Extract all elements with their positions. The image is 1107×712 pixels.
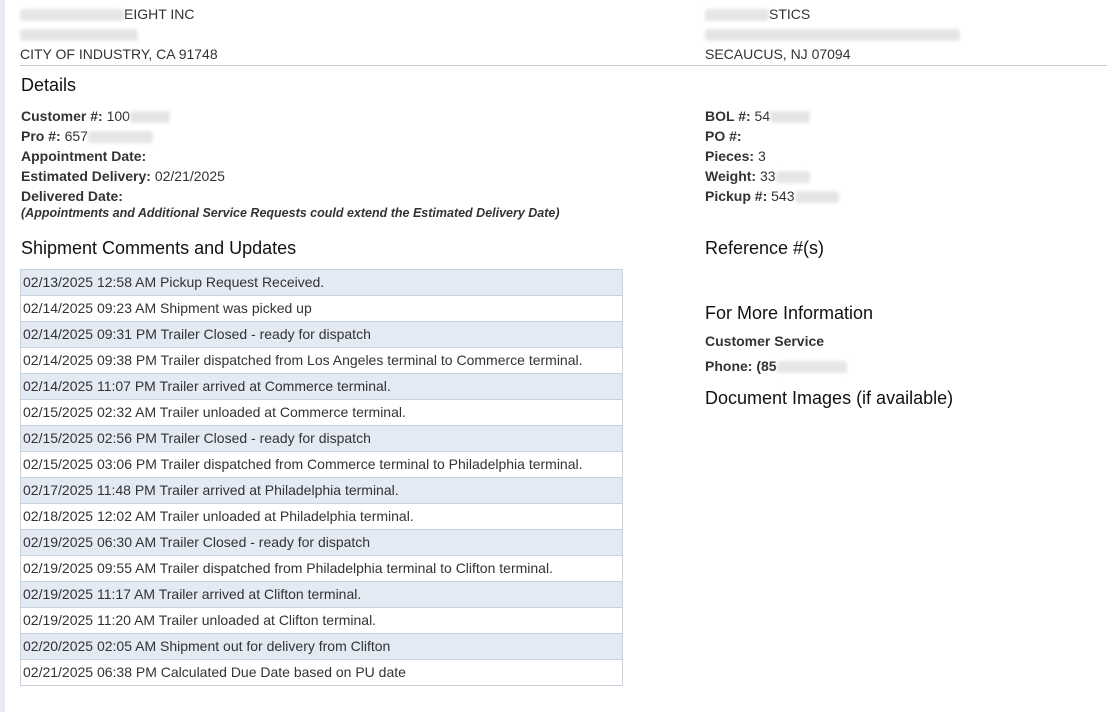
redacted-block (20, 9, 124, 22)
update-row: 02/15/2025 03:06 PM Trailer dispatched f… (21, 452, 622, 478)
customer-value: 100 (106, 108, 130, 124)
weight: Weight: 33 (705, 168, 810, 184)
po-number: PO #: (705, 128, 742, 144)
estimated-delivery: Estimated Delivery: 02/21/2025 (21, 168, 225, 184)
update-row: 02/20/2025 02:05 AM Shipment out for del… (21, 634, 622, 660)
redacted-block (770, 111, 811, 124)
pieces-label: Pieces: (705, 148, 755, 164)
update-row: 02/19/2025 09:55 AM Trailer dispatched f… (21, 556, 622, 582)
details-title: Details (21, 75, 77, 95)
update-row: 02/14/2025 09:23 AM Shipment was picked … (21, 296, 622, 322)
redacted-block (776, 361, 847, 374)
redacted-block (705, 29, 960, 42)
customer-number: Customer #: 100 (21, 108, 170, 124)
reference-title: Reference #(s) (705, 238, 825, 258)
consignee-name: STICS (705, 4, 960, 24)
update-row: 02/17/2025 11:48 PM Trailer arrived at P… (21, 478, 622, 504)
updates-table: 02/13/2025 12:58 AM Pickup Request Recei… (20, 269, 623, 686)
redacted-block (705, 9, 769, 22)
comments-title: Shipment Comments and Updates (21, 238, 297, 258)
phone-label: Phone: (85 (705, 358, 777, 374)
consignee-name-text: STICS (769, 6, 811, 22)
redacted-block (87, 131, 153, 144)
shipper-name: EIGHT INC (20, 4, 218, 24)
update-row: 02/19/2025 11:17 AM Trailer arrived at C… (21, 582, 622, 608)
shipper-address: EIGHT INC CITY OF INDUSTRY, CA 91748 (20, 4, 218, 64)
shipper-name-text: EIGHT INC (124, 6, 195, 22)
update-row: 02/13/2025 12:58 AM Pickup Request Recei… (21, 270, 622, 296)
redacted-block (775, 171, 810, 184)
update-row: 02/19/2025 06:30 AM Trailer Closed - rea… (21, 530, 622, 556)
delivered-date: Delivered Date: (21, 188, 123, 204)
documents-title: Document Images (if available) (705, 388, 954, 408)
header-divider (20, 65, 1107, 66)
redacted-block (129, 111, 170, 124)
shipper-street (20, 24, 218, 44)
estimated-value: 02/21/2025 (154, 168, 225, 184)
pickup-label: Pickup #: (705, 188, 768, 204)
update-row: 02/14/2025 09:38 PM Trailer dispatched f… (21, 348, 622, 374)
delivered-label: Delivered Date: (21, 188, 123, 204)
estimated-label: Estimated Delivery: (21, 168, 151, 184)
consignee-street (705, 24, 960, 44)
update-row: 02/15/2025 02:56 PM Trailer Closed - rea… (21, 426, 622, 452)
pro-value: 657 (64, 128, 88, 144)
update-row: 02/21/2025 06:38 PM Calculated Due Date … (21, 660, 622, 686)
appointment-label: Appointment Date: (21, 148, 147, 164)
bol-label: BOL #: (705, 108, 751, 124)
redacted-block (20, 29, 138, 42)
delivery-note: (Appointments and Additional Service Req… (21, 206, 560, 220)
shipper-city-line: CITY OF INDUSTRY, CA 91748 (20, 46, 218, 62)
bol-number: BOL #: 54 (705, 108, 811, 124)
pieces: Pieces: 3 (705, 148, 766, 164)
customer-label: Customer #: (21, 108, 103, 124)
consignee-address: STICS SECAUCUS, NJ 07094 (705, 4, 960, 64)
update-row: 02/18/2025 12:02 AM Trailer unloaded at … (21, 504, 622, 530)
update-row: 02/19/2025 11:20 AM Trailer unloaded at … (21, 608, 622, 634)
weight-value: 33 (759, 168, 776, 184)
consignee-city-line: SECAUCUS, NJ 07094 (705, 46, 851, 62)
redacted-block (794, 191, 839, 204)
pro-label: Pro #: (21, 128, 61, 144)
pro-number: Pro #: 657 (21, 128, 153, 144)
customer-service-label: Customer Service (705, 333, 825, 349)
more-info-title: For More Information (705, 303, 874, 323)
update-row: 02/14/2025 11:07 PM Trailer arrived at C… (21, 374, 622, 400)
pickup-number: Pickup #: 543 (705, 188, 839, 204)
appointment-date: Appointment Date: (21, 148, 146, 164)
update-row: 02/14/2025 09:31 PM Trailer Closed - rea… (21, 322, 622, 348)
bol-value: 54 (754, 108, 771, 124)
weight-label: Weight: (705, 168, 757, 184)
pickup-value: 543 (771, 188, 795, 204)
po-label: PO #: (705, 128, 742, 144)
phone-line: Phone: (85 (705, 358, 847, 374)
left-rail (0, 0, 5, 712)
pieces-value: 3 (757, 148, 766, 164)
update-row: 02/15/2025 02:32 AM Trailer unloaded at … (21, 400, 622, 426)
